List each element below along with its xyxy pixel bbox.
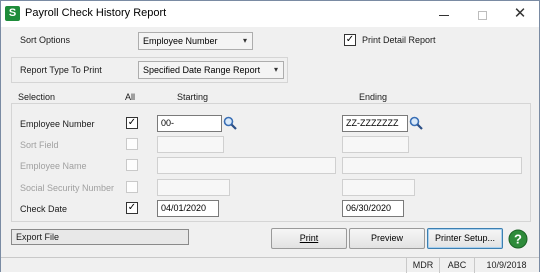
printer-setup-button-label: Printer Setup... (434, 233, 496, 243)
status-date: 10/9/2018 (474, 258, 538, 273)
print-detail-checkbox[interactable]: ✓ (344, 34, 356, 46)
minimize-icon (439, 14, 449, 16)
sort-field-start-input[interactable] (157, 136, 224, 153)
employee-name-label: Employee Name (20, 161, 87, 171)
export-file-field[interactable]: Export File (11, 229, 189, 245)
print-button[interactable]: Print (271, 228, 347, 249)
chevron-down-icon: ▾ (242, 36, 247, 45)
sort-options-select[interactable]: Employee Number ▾ (138, 32, 253, 50)
check-date-start-input[interactable]: 04/01/2020 (157, 200, 219, 217)
ssn-all-checkbox[interactable] (126, 181, 138, 193)
ssn-label: Social Security Number (20, 183, 115, 193)
check-date-all-checkbox[interactable]: ✓ (126, 202, 138, 214)
employee-name-all-checkbox[interactable] (126, 159, 138, 171)
print-detail-label: Print Detail Report (362, 35, 436, 45)
printer-setup-button[interactable]: Printer Setup... (427, 228, 503, 249)
starting-header: Starting (177, 92, 209, 102)
report-type-value: Specified Date Range Report (143, 65, 261, 75)
report-type-label: Report Type To Print (20, 65, 102, 75)
sort-field-all-checkbox[interactable] (126, 138, 138, 150)
maximize-icon (477, 10, 487, 20)
selection-header: Selection (18, 92, 56, 102)
svg-text:?: ? (514, 232, 522, 247)
sort-field-end-input[interactable] (342, 136, 409, 153)
report-type-select[interactable]: Specified Date Range Report ▾ (138, 61, 284, 79)
all-header: All (125, 92, 136, 102)
check-date-end-input[interactable]: 06/30/2020 (342, 200, 404, 217)
employee-number-end-input[interactable]: ZZ-ZZZZZZZ (342, 115, 408, 132)
lookup-icon[interactable] (223, 116, 237, 130)
employee-number-label: Employee Number (20, 119, 95, 129)
ending-header: Ending (359, 92, 388, 102)
status-user: MDR (406, 258, 439, 273)
sort-field-label: Sort Field (20, 140, 59, 150)
title-bar: S Payroll Check History Report ✕ (1, 1, 539, 27)
help-icon[interactable]: ? (508, 229, 528, 249)
maximize-button[interactable] (467, 4, 497, 24)
dialog-body: Sort Options Employee Number ▾ ✓ Print D… (1, 27, 539, 257)
sort-options-label: Sort Options (20, 35, 71, 45)
window-title: Payroll Check History Report (25, 7, 167, 19)
minimize-button[interactable] (429, 4, 459, 24)
employee-name-end-input[interactable] (342, 157, 522, 174)
ssn-start-input[interactable] (157, 179, 230, 196)
status-company: ABC (439, 258, 474, 273)
close-button[interactable]: ✕ (505, 4, 535, 24)
print-button-label: Print (299, 233, 319, 243)
sort-options-value: Employee Number (143, 36, 218, 46)
employee-number-all-checkbox[interactable]: ✓ (126, 117, 138, 129)
lookup-icon[interactable] (409, 116, 423, 130)
preview-button[interactable]: Preview (349, 228, 425, 249)
preview-button-label: Preview (370, 233, 403, 243)
check-date-label: Check Date (20, 204, 68, 214)
app-icon: S (5, 6, 20, 21)
close-icon: ✕ (513, 5, 527, 22)
payroll-check-history-window: S Payroll Check History Report ✕ Sort Op… (0, 0, 540, 273)
chevron-down-icon: ▾ (273, 65, 278, 74)
employee-number-start-input[interactable]: 00- (157, 115, 222, 132)
employee-name-start-input[interactable] (157, 157, 336, 174)
status-bar: MDR ABC 10/9/2018 (1, 257, 539, 273)
ssn-end-input[interactable] (342, 179, 415, 196)
